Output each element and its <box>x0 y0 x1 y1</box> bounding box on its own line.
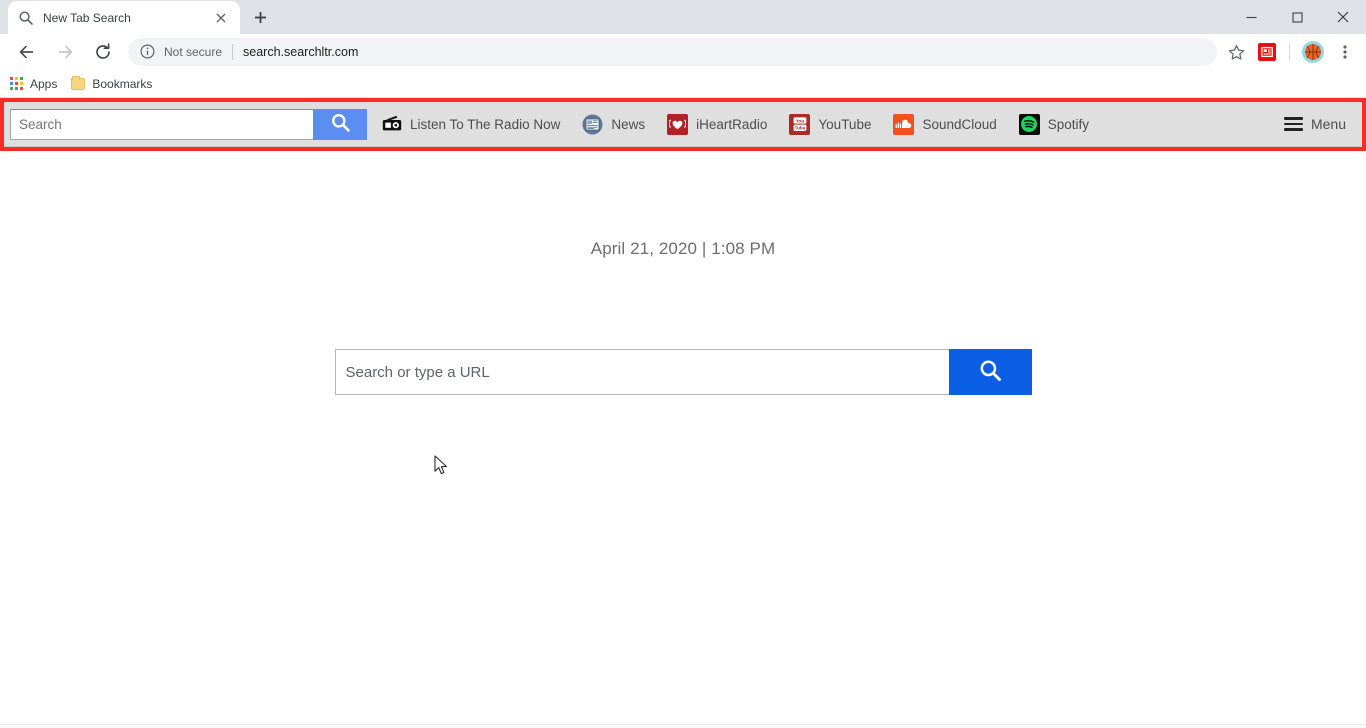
browser-window: New Tab Search Not secure search.searchl… <box>0 0 1366 728</box>
folder-icon <box>71 75 86 90</box>
three-dots-icon[interactable] <box>1332 38 1358 66</box>
reload-icon[interactable] <box>89 38 117 66</box>
bookmark-label: Apps <box>30 76 58 91</box>
newspaper-icon <box>582 114 603 135</box>
search-icon <box>978 358 1003 386</box>
arrow-left-icon[interactable] <box>13 38 41 66</box>
hamburger-icon <box>1283 117 1303 131</box>
apps-grid-icon <box>10 77 23 90</box>
spotify-icon <box>1018 113 1040 135</box>
minimize-button[interactable] <box>1228 0 1274 34</box>
search-icon <box>330 112 351 136</box>
bookmarks-bar: Apps Bookmarks <box>0 70 1366 98</box>
search-button[interactable] <box>313 108 367 140</box>
toolbar-menu-label: Menu <box>1310 116 1346 132</box>
bookmark-bookmarks[interactable]: Bookmarks <box>71 75 153 91</box>
tab-strip: New Tab Search <box>0 0 1366 34</box>
radio-icon <box>381 114 402 135</box>
divider <box>1289 43 1290 61</box>
toolbar-link-label: SoundCloud <box>922 116 997 132</box>
extension-toolbar: Listen To The Radio Now News iHeartRadio… <box>4 102 1362 147</box>
main-search-button[interactable] <box>948 349 1032 395</box>
toolbar-link-news[interactable]: News <box>582 114 645 135</box>
toolbar-link-radio[interactable]: Listen To The Radio Now <box>381 114 560 135</box>
toolbar-link-label: Listen To The Radio Now <box>410 116 561 132</box>
extension-toolbar-highlight: Listen To The Radio Now News iHeartRadio… <box>0 98 1366 151</box>
bookmark-label: Bookmarks <box>92 76 153 91</box>
page-footer: Listen To The Radio Now Terms Privacy Un… <box>0 724 1366 728</box>
toolbar-link-label: Spotify <box>1047 116 1090 132</box>
basketball-avatar[interactable] <box>1302 41 1324 63</box>
mouse-cursor <box>434 455 450 482</box>
bookmark-apps[interactable]: Apps <box>10 77 57 91</box>
iheartradio-icon <box>667 113 689 135</box>
toolbar-menu-button[interactable]: Menu <box>1283 116 1346 132</box>
toolbar-link-iheartradio[interactable]: iHeartRadio <box>667 113 768 135</box>
maximize-button[interactable] <box>1274 0 1320 34</box>
page-content: April 21, 2020 | 1:08 PM <box>0 151 1366 724</box>
youtube-icon: You Tube <box>789 113 811 135</box>
search-icon <box>18 10 34 26</box>
toolbar-link-soundcloud[interactable]: SoundCloud <box>893 113 997 135</box>
new-tab-button[interactable] <box>246 3 274 31</box>
toolbar-link-spotify[interactable]: Spotify <box>1018 113 1090 135</box>
toolbar-link-label: YouTube <box>818 116 872 132</box>
search-input[interactable] <box>10 108 313 140</box>
toolbar-link-label: iHeartRadio <box>696 116 768 132</box>
close-window-button[interactable] <box>1320 0 1366 34</box>
browser-tab[interactable]: New Tab Search <box>8 1 240 34</box>
navigation-toolbar: Not secure search.searchltr.com <box>0 34 1366 70</box>
arrow-right-icon[interactable] <box>51 38 79 66</box>
main-search-group <box>334 349 1032 395</box>
toolbar-search-group <box>10 108 367 140</box>
info-icon[interactable] <box>140 44 156 60</box>
toolbar-link-youtube[interactable]: You Tube YouTube <box>789 113 872 135</box>
tab-title: New Tab Search <box>43 10 131 25</box>
datetime-display: April 21, 2020 | 1:08 PM <box>590 239 776 258</box>
divider <box>232 44 234 60</box>
star-icon[interactable] <box>1223 39 1249 65</box>
svg-text:Tube: Tube <box>795 125 806 130</box>
window-controls <box>1228 0 1366 34</box>
extension-icon[interactable] <box>1258 43 1276 61</box>
svg-text:You: You <box>796 118 805 123</box>
security-status: Not secure <box>164 45 223 59</box>
toolbar-link-label: News <box>611 116 646 132</box>
address-bar[interactable]: Not secure search.searchltr.com <box>128 38 1217 66</box>
soundcloud-icon <box>893 113 915 135</box>
close-icon[interactable] <box>212 9 230 27</box>
main-search-input[interactable] <box>334 349 949 395</box>
url-text: search.searchltr.com <box>243 45 359 59</box>
